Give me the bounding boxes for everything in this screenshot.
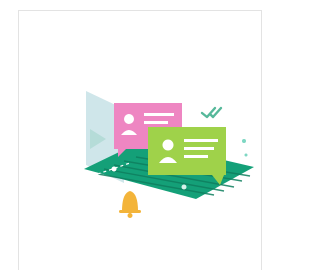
illustration-card [18, 10, 262, 270]
double-check-icon [200, 106, 223, 119]
user-icon [124, 114, 134, 124]
accent-dot [242, 139, 246, 143]
user-icon [162, 139, 174, 151]
chat-messages-illustration [84, 91, 254, 218]
accent-dot [244, 153, 248, 157]
bell-icon [119, 191, 141, 218]
